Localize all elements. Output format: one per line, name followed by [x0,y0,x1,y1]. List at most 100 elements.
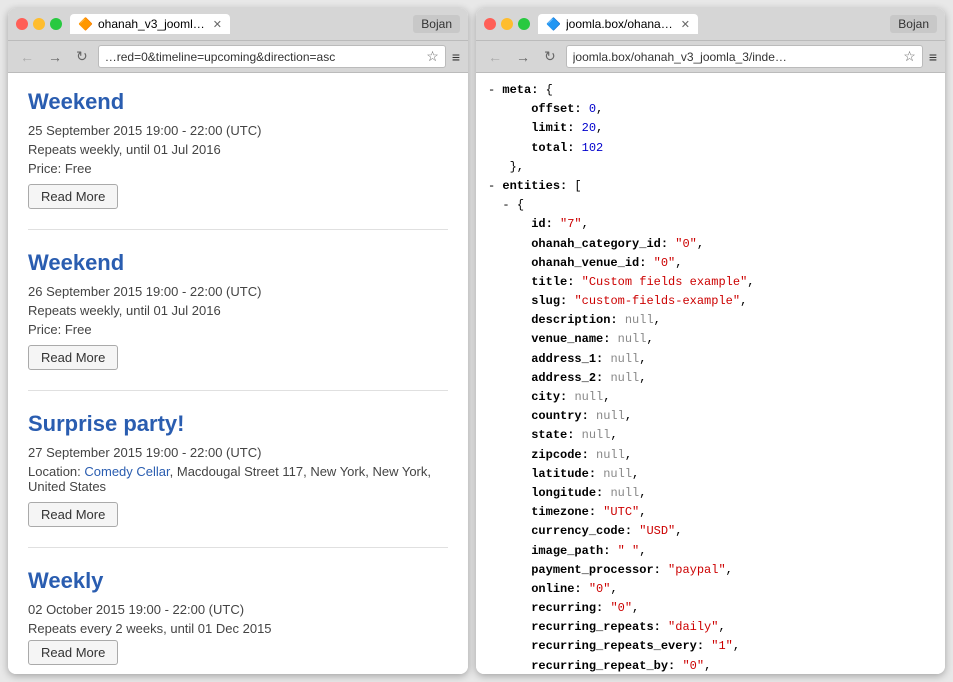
event-date: 25 September 2015 19:00 - 22:00 (UTC) [28,123,448,138]
json-value: "0" [589,582,611,596]
json-key: recurring: [531,601,603,615]
left-url: …red=0&timeline=upcoming&direction=asc [105,50,423,64]
minimize-button[interactable] [33,18,45,30]
refresh-button[interactable]: ↻ [72,46,92,67]
event-date: 27 September 2015 19:00 - 22:00 (UTC) [28,445,448,460]
json-key: recurring_repeats_every: [531,639,704,653]
json-key: longitude: [531,486,603,500]
json-key: address_2: [531,371,603,385]
forward-button[interactable]: → [512,47,534,67]
event-title[interactable]: Weekly [28,568,448,594]
event-title[interactable]: Weekend [28,250,448,276]
json-key: meta: [502,83,538,97]
json-key: venue_name: [531,332,610,346]
read-more-button[interactable]: Read More [28,502,118,527]
read-more-button[interactable]: Read More [28,184,118,209]
bookmark-icon[interactable]: ☆ [903,48,916,65]
json-value: 20 [582,121,596,135]
maximize-button[interactable] [518,18,530,30]
close-button[interactable] [484,18,496,30]
event-title[interactable]: Surprise party! [28,411,448,437]
json-key: slug: [531,294,567,308]
json-value: null [610,486,639,500]
json-value: null [603,467,632,481]
menu-icon[interactable]: ≡ [929,49,937,65]
back-button[interactable]: ← [16,47,38,67]
right-tab[interactable]: 🔷 joomla.box/ohanah_v3_joom… ✕ [538,14,698,34]
json-key: timezone: [531,505,596,519]
json-value: null [582,428,611,442]
event-item: Weekly 02 October 2015 19:00 - 22:00 (UT… [28,568,448,674]
json-key: offset: [531,102,581,116]
json-key: limit: [531,121,574,135]
minimize-button[interactable] [501,18,513,30]
json-value: "daily" [668,620,718,634]
json-bracket: { [546,83,553,97]
forward-button[interactable]: → [44,47,66,67]
json-bracket: [ [574,179,581,193]
left-address-bar[interactable]: …red=0&timeline=upcoming&direction=asc ☆ [98,45,446,68]
read-more-button[interactable]: Read More [28,345,118,370]
json-value: " " [618,544,640,558]
left-title-bar: 🔶 ohanah_v3_joomla_3 ✕ Bojan [8,8,468,41]
event-item: Weekend 25 September 2015 19:00 - 22:00 … [28,89,448,230]
json-value: "0" [682,659,704,673]
json-key: title: [531,275,574,289]
left-tab[interactable]: 🔶 ohanah_v3_joomla_3 ✕ [70,14,230,34]
event-date: 02 October 2015 19:00 - 22:00 (UTC) [28,602,448,617]
event-repeat: Repeats every 2 weeks, until 01 Dec 2015 [28,621,448,636]
json-value: "UTC" [603,505,639,519]
json-value: null [610,352,639,366]
json-key: total: [531,141,574,155]
json-key: online: [531,582,581,596]
json-key: recurring_repeats: [531,620,661,634]
right-address-bar[interactable]: joomla.box/ohanah_v3_joomla_3/inde… ☆ [566,45,923,68]
user-badge: Bojan [890,15,937,33]
close-button[interactable] [16,18,28,30]
json-bracket: }, [510,160,524,174]
json-key: address_1: [531,352,603,366]
json-value: 102 [582,141,604,155]
json-value: null [596,409,625,423]
left-content-area[interactable]: Weekend 25 September 2015 19:00 - 22:00 … [8,73,468,674]
json-value: "USD" [639,524,675,538]
json-minus: - [488,83,502,97]
event-title[interactable]: Weekend [28,89,448,115]
right-browser-window: 🔷 joomla.box/ohanah_v3_joom… ✕ Bojan ← →… [476,8,945,674]
json-value: "0" [610,601,632,615]
event-repeat: Repeats weekly, until 01 Jul 2016 [28,303,448,318]
json-value: "1" [711,639,733,653]
json-key: entities: [502,179,567,193]
window-controls [16,18,62,30]
json-value: "0" [675,237,697,251]
menu-icon[interactable]: ≡ [452,49,460,65]
read-more-button[interactable]: Read More [28,640,118,665]
back-button[interactable]: ← [484,47,506,67]
user-badge: Bojan [413,15,460,33]
json-key: recurring_repeat_by: [531,659,675,673]
maximize-button[interactable] [50,18,62,30]
json-key: image_path: [531,544,610,558]
tab-close-icon[interactable]: ✕ [213,18,222,31]
right-title-bar: 🔷 joomla.box/ohanah_v3_joom… ✕ Bojan [476,8,945,41]
json-bracket: { [517,198,524,212]
json-minus: - [488,179,502,193]
json-key: city: [531,390,567,404]
event-price: Price: Free [28,322,448,337]
tab-title: joomla.box/ohanah_v3_joom… [566,17,675,31]
json-key: country: [531,409,589,423]
json-value: null [610,371,639,385]
json-value: null [625,313,654,327]
bookmark-icon[interactable]: ☆ [426,48,439,65]
location-link[interactable]: Comedy Cellar [84,464,169,479]
left-nav-bar: ← → ↻ …red=0&timeline=upcoming&direction… [8,41,468,73]
event-item: Surprise party! 27 September 2015 19:00 … [28,411,448,548]
right-url: joomla.box/ohanah_v3_joomla_3/inde… [573,50,900,64]
json-key: latitude: [531,467,596,481]
refresh-button[interactable]: ↻ [540,46,560,67]
tab-close-icon[interactable]: ✕ [681,18,690,31]
location-prefix: Location: [28,464,84,479]
tab-title: ohanah_v3_joomla_3 [98,17,207,31]
json-content: - meta: { offset: 0, limit: 20, total: 1… [476,73,945,674]
json-value: null [574,390,603,404]
